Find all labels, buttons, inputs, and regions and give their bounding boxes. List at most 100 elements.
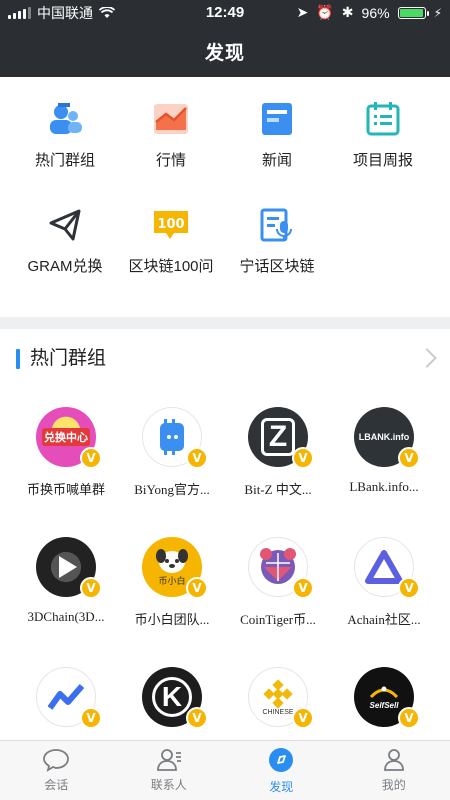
feature-label: GRAM兑换 [27, 258, 103, 275]
blockchain-100-icon: 100 [151, 205, 191, 245]
feature-voice-blockchain[interactable]: 宁话区块链 [221, 205, 333, 276]
feature-news[interactable]: 新闻 [221, 99, 333, 170]
weekly-report-icon [363, 99, 403, 139]
page-title: 发现 [204, 42, 245, 64]
group-item[interactable]: SelfSell V [331, 667, 437, 729]
group-name: 币换币喊单群 [26, 482, 105, 497]
battery-icon [397, 6, 429, 19]
group-item[interactable]: V CoinTiger币... [225, 537, 331, 628]
feature-hot-groups[interactable]: 热门群组 [9, 99, 121, 170]
group-item[interactable]: V 3DChain(3D... [13, 537, 119, 625]
section-title: 热门群组 [30, 348, 107, 369]
verified-badge: V [80, 447, 102, 469]
signal-icon [8, 6, 31, 19]
feature-label: 行情 [155, 152, 186, 169]
avatar-text: 兑换中心 [42, 428, 90, 446]
verified-badge: V [398, 707, 420, 729]
group-name: LBank.info... [349, 479, 419, 494]
alarm-icon: ⏰ [316, 4, 334, 20]
tab-label: 我的 [381, 778, 406, 792]
chevron-right-icon[interactable] [417, 348, 437, 368]
group-name: Achain社区... [347, 612, 421, 627]
group-item[interactable]: K V [119, 667, 225, 729]
feature-market[interactable]: 行情 [115, 99, 227, 170]
avatar-text: 币小白 [158, 575, 186, 586]
news-icon [257, 99, 297, 139]
avatar-text: SelfSell [369, 700, 399, 710]
group-avatar: V [36, 667, 102, 729]
avatar-text: LBANK.info [358, 432, 410, 442]
tab-discover[interactable]: 发现 [225, 741, 338, 800]
location-icon: ➤ [296, 4, 309, 20]
group-item[interactable]: Z V Bit-Z 中文... [225, 407, 331, 498]
svg-text:100: 100 [157, 217, 184, 232]
group-avatar: 兑换中心 V [36, 407, 102, 469]
carrier-label: 中国联通 [37, 4, 93, 21]
group-item[interactable]: V Achain社区... [331, 537, 437, 628]
feature-weekly-report[interactable]: 项目周报 [327, 99, 439, 170]
group-name: Bit-Z 中文... [244, 482, 312, 497]
verified-badge: V [186, 707, 208, 729]
section-divider [0, 317, 450, 329]
verified-badge: V [80, 707, 102, 729]
feature-label: 区块链100问 [128, 258, 214, 275]
verified-badge: V [292, 447, 314, 469]
group-item[interactable]: 兑换中心 V 币换币喊单群 [13, 407, 119, 498]
feature-label: 热门群组 [34, 152, 95, 169]
bottom-tab-bar: 会话 联系人 发现 我的 [0, 740, 450, 800]
biyong-logo-icon [160, 419, 184, 455]
tab-label: 联系人 [150, 778, 187, 792]
verified-badge: V [186, 577, 208, 599]
verified-badge: V [80, 577, 102, 599]
tab-chats[interactable]: 会话 [0, 741, 113, 800]
feature-gram-exchange[interactable]: GRAM兑换 [9, 205, 121, 276]
section-accent-bar [16, 349, 20, 369]
contacts-icon [156, 749, 181, 771]
group-avatar: V [36, 537, 102, 599]
battery-percent: 96% [361, 4, 390, 21]
hot-groups-header[interactable]: 热门群组 [0, 345, 450, 373]
dog-face-icon [156, 548, 188, 573]
group-avatar: V [354, 537, 420, 599]
verified-badge: V [292, 577, 314, 599]
group-name: 币小白团队... [134, 612, 210, 627]
group-item[interactable]: CHINESE V [225, 667, 331, 729]
group-item[interactable]: V BiYong官方... [119, 407, 225, 498]
group-name: 3DChain(3D... [27, 609, 105, 624]
feature-label: 项目周报 [352, 152, 413, 169]
achain-logo-icon [365, 550, 403, 584]
group-avatar: LBANK.info V [354, 407, 420, 469]
bluetooth-icon: ✱ [341, 4, 354, 20]
group-avatar: 币小白 V [142, 537, 208, 599]
verified-badge: V [398, 447, 420, 469]
chat-bubble-icon [43, 749, 70, 772]
trend-logo-icon [48, 684, 84, 710]
group-item[interactable]: LBANK.info V LBank.info... [331, 407, 437, 495]
voice-blockchain-icon [257, 205, 297, 245]
binance-logo-icon [263, 678, 293, 709]
charging-icon: ⚡ [433, 5, 442, 20]
avatar-text: Z [260, 418, 296, 456]
group-avatar: CHINESE V [248, 667, 314, 729]
profile-icon [383, 749, 404, 771]
avatar-text: K [152, 677, 192, 717]
tab-label: 会话 [44, 778, 69, 792]
verified-badge: V [292, 707, 314, 729]
market-chart-icon [151, 99, 191, 139]
verified-badge: V [398, 577, 420, 599]
feature-blockchain-100[interactable]: 100 区块链100问 [115, 205, 227, 276]
feature-label: 新闻 [261, 152, 292, 169]
tab-profile[interactable]: 我的 [338, 741, 450, 800]
group-avatar: V [142, 407, 208, 469]
group-name: BiYong官方... [134, 482, 210, 497]
gram-send-icon [45, 205, 85, 245]
group-item[interactable]: V [13, 667, 119, 729]
top-bar: 中国联通 12:49 ➤ ⏰ ✱ 96% ⚡ 发现 [0, 0, 450, 77]
hot-groups-icon [45, 99, 85, 139]
compass-icon [269, 748, 294, 772]
avatar-text: CHINESE [262, 708, 294, 716]
tab-label: 发现 [269, 780, 294, 794]
group-item[interactable]: 币小白 V 币小白团队... [119, 537, 225, 628]
tab-contacts[interactable]: 联系人 [113, 741, 226, 800]
feature-grid: 热门群组 行情 新闻 项目周报 GRAM兑换 100 区块链100问 宁话区块链 [0, 77, 450, 317]
